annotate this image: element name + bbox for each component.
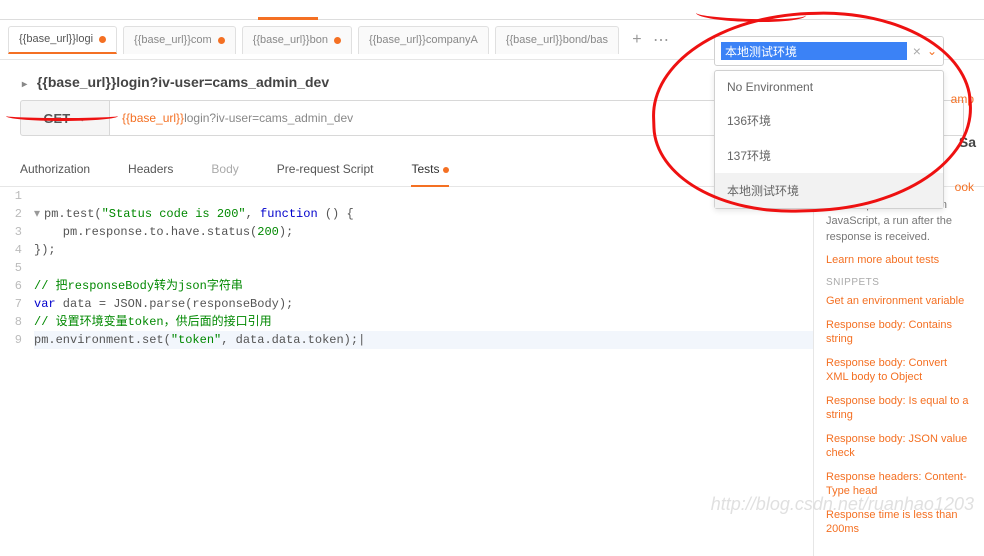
- environment-selector: × ⌄ No Environment136环境137环境本地测试环境: [714, 36, 944, 209]
- tab-tests[interactable]: Tests: [411, 152, 467, 186]
- tab-pre-request-script[interactable]: Pre-request Script: [277, 152, 392, 186]
- environment-dropdown: No Environment136环境137环境本地测试环境: [714, 70, 944, 209]
- editor-code[interactable]: ▾pm.test("Status code is 200", function …: [30, 187, 813, 349]
- environment-option[interactable]: 本地测试环境: [715, 173, 943, 208]
- environment-input-wrap[interactable]: × ⌄: [714, 36, 944, 66]
- annotation-underline: [6, 111, 118, 121]
- environment-caret-icon[interactable]: ⌄: [927, 44, 937, 58]
- snippets-heading: SNIPPETS: [826, 277, 972, 288]
- tab-label: {{base_url}}logi: [19, 33, 93, 45]
- tests-editor[interactable]: 123456789 ▾pm.test("Status code is 200",…: [0, 187, 814, 556]
- tab-label: {{base_url}}companyA: [369, 34, 478, 46]
- snippet-link[interactable]: Response body: JSON value check: [826, 432, 972, 460]
- environment-option[interactable]: No Environment: [715, 71, 943, 103]
- learn-more-link[interactable]: Learn more about tests: [826, 253, 972, 267]
- examples-link[interactable]: amp: [951, 92, 974, 106]
- request-name-text: {{base_url}}login?iv-user=cams_admin_dev: [37, 74, 329, 90]
- tab-body[interactable]: Body: [211, 152, 256, 186]
- environment-clear-icon[interactable]: ×: [907, 43, 927, 59]
- cookies-link[interactable]: ook: [955, 180, 974, 194]
- tab-label: {{base_url}}bon: [253, 34, 328, 46]
- tab-label: {{base_url}}com: [134, 34, 212, 46]
- request-tab[interactable]: {{base_url}}com: [123, 26, 236, 54]
- unsaved-dot-icon: [99, 36, 106, 43]
- editor-gutter: 123456789: [0, 187, 30, 349]
- url-base-var: {{base_url}}: [122, 111, 184, 125]
- request-tab[interactable]: {{base_url}}bon: [242, 26, 352, 54]
- snippet-link[interactable]: Response body: Is equal to a string: [826, 394, 972, 422]
- save-button[interactable]: Sa: [959, 134, 976, 150]
- tab-headers[interactable]: Headers: [128, 152, 191, 186]
- environment-option[interactable]: 136环境: [715, 103, 943, 138]
- unsaved-dot-icon: [218, 37, 225, 44]
- watermark: http://blog.csdn.net/ruanhao1203: [711, 494, 974, 515]
- collapse-caret-icon[interactable]: ▸: [22, 79, 27, 90]
- snippet-link[interactable]: Response body: Convert XML body to Objec…: [826, 356, 972, 384]
- request-tab[interactable]: {{base_url}}companyA: [358, 26, 489, 54]
- top-nav-strip: [0, 0, 984, 20]
- unsaved-dot-icon: [443, 167, 449, 173]
- tab-label: {{base_url}}bond/bas: [506, 34, 608, 46]
- tab-overflow-button[interactable]: ⋯: [649, 28, 673, 52]
- environment-option[interactable]: 137环境: [715, 138, 943, 173]
- url-path: login?iv-user=cams_admin_dev: [184, 111, 353, 125]
- request-tab[interactable]: {{base_url}}bond/bas: [495, 26, 619, 54]
- new-tab-button[interactable]: +: [625, 28, 649, 52]
- unsaved-dot-icon: [334, 37, 341, 44]
- request-tab[interactable]: {{base_url}}logi: [8, 26, 117, 54]
- snippet-link[interactable]: Response body: Contains string: [826, 318, 972, 346]
- tab-authorization[interactable]: Authorization: [20, 152, 108, 186]
- snippet-link[interactable]: Get an environment variable: [826, 294, 972, 308]
- environment-search-input[interactable]: [721, 42, 907, 60]
